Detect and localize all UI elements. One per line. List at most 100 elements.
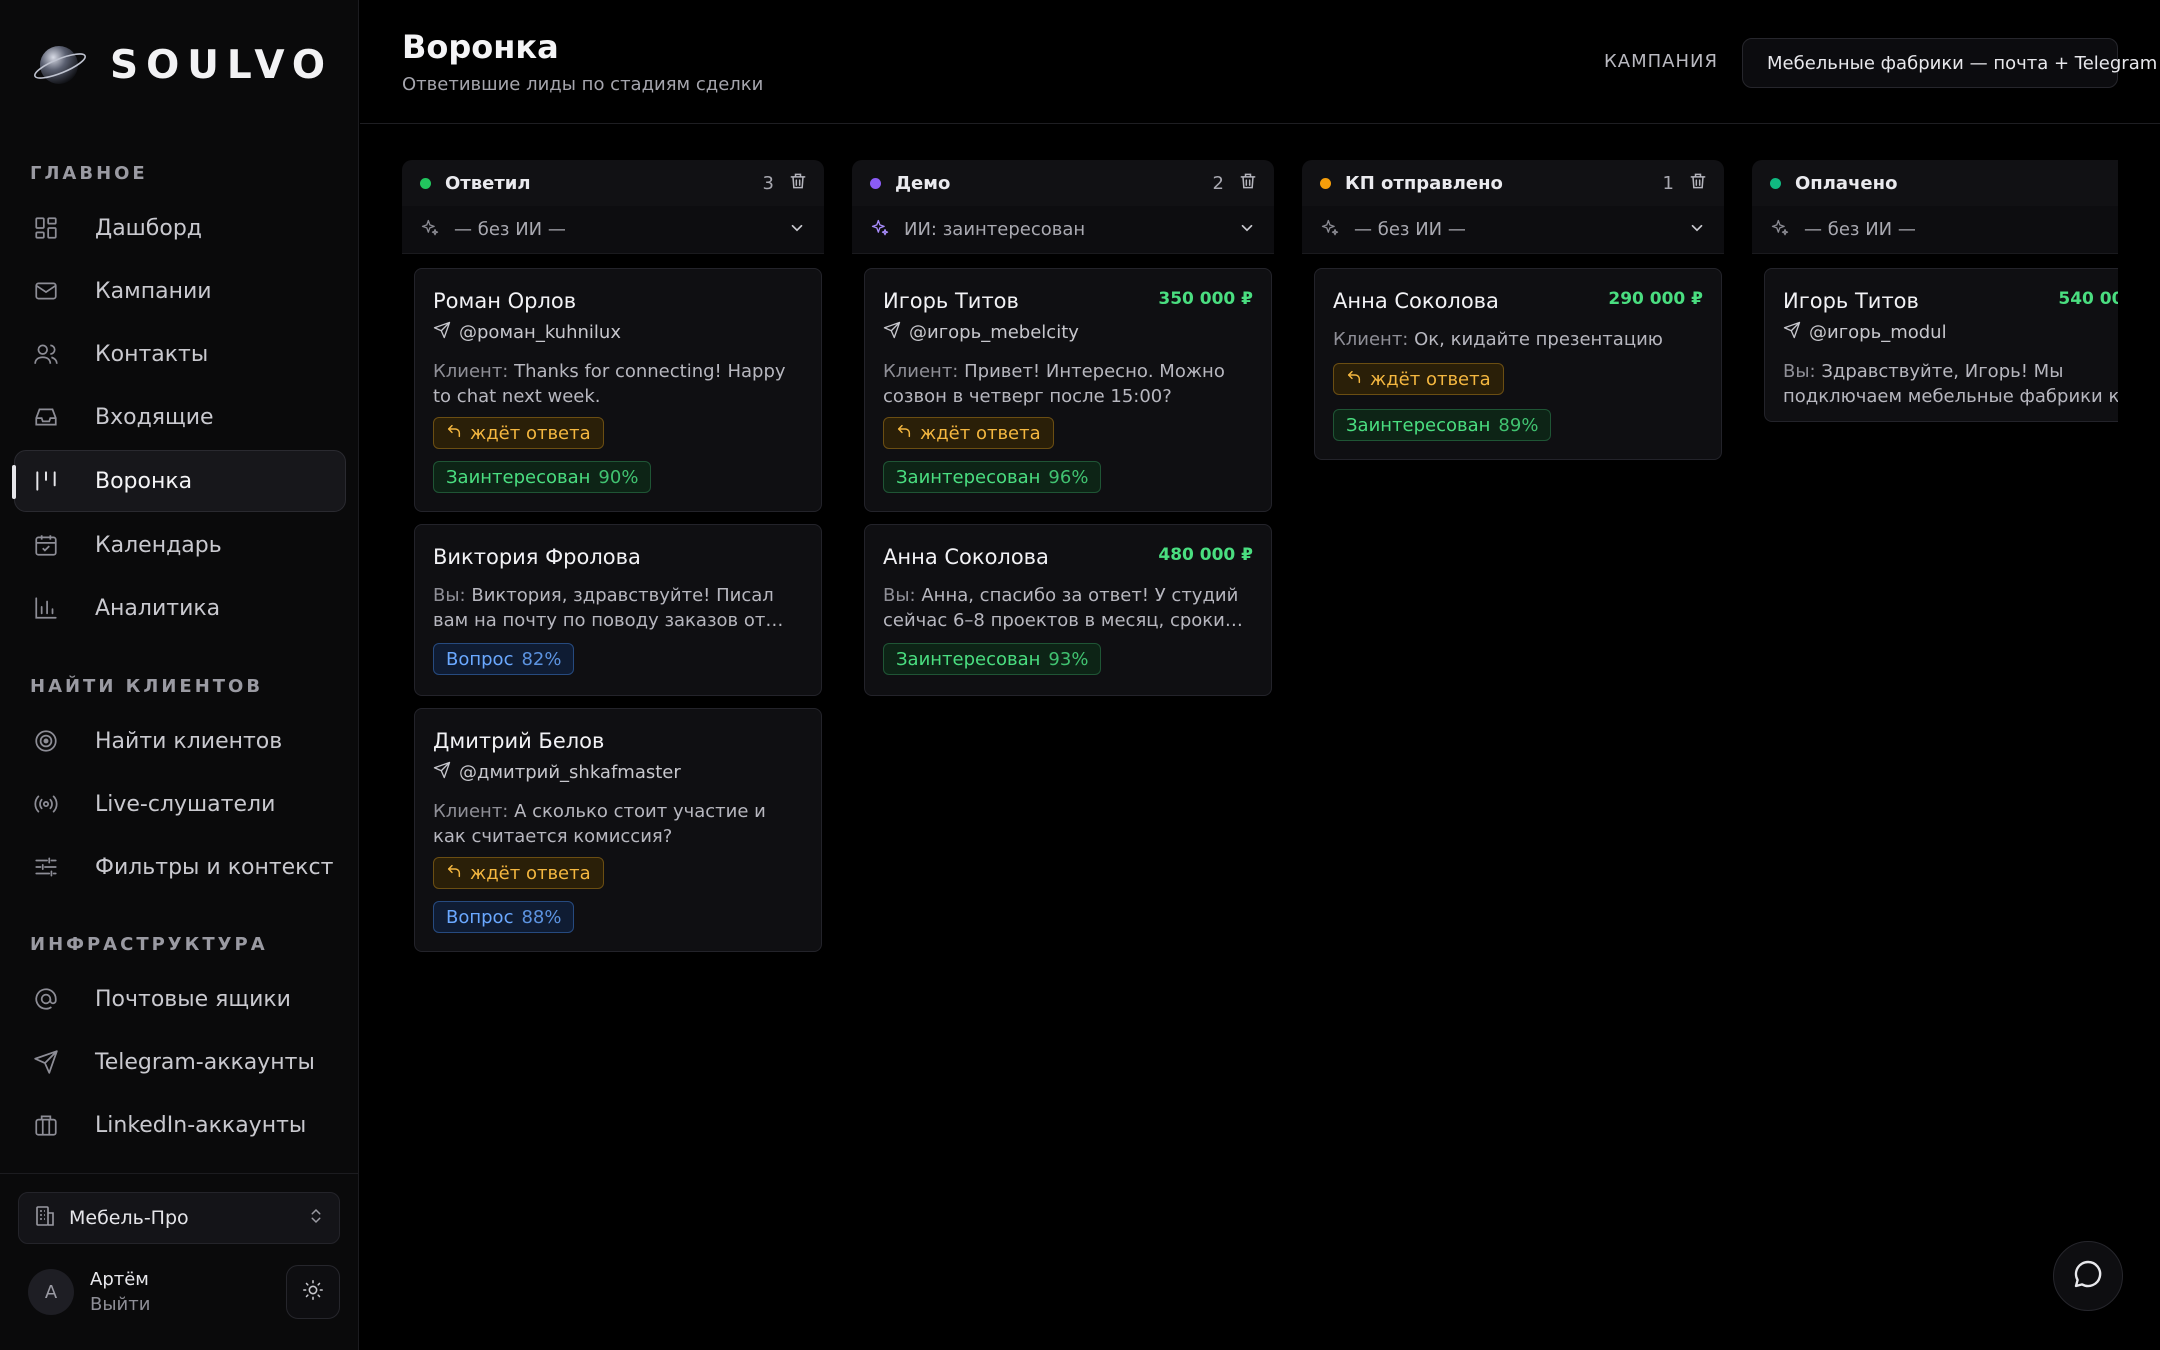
ai-filter-select[interactable]: — без ИИ — — [402, 206, 824, 254]
interest-badge: Заинтересован 89% — [1333, 409, 1552, 441]
brand-name: SOULVO — [110, 42, 334, 88]
deal-amount: 480 000 ₽ — [1158, 545, 1253, 565]
column-title: Ответил — [445, 172, 531, 194]
nav-item-mailboxes[interactable]: Почтовые ящики — [14, 968, 346, 1030]
ai-filter-select[interactable]: — без ИИ — — [1302, 206, 1724, 254]
at-icon — [31, 984, 61, 1014]
nav-item-campaigns[interactable]: Кампании — [14, 260, 346, 322]
lead-card[interactable]: Дмитрий Белов @дмитрий_shkafmaster Клиен… — [414, 708, 822, 952]
kanban-board: Ответил 3 — без ИИ — Роман Орлов @роман_… — [402, 160, 2118, 1310]
deal-amount: 290 000 ₽ — [1608, 289, 1703, 309]
nav-label: Live-слушатели — [95, 791, 276, 817]
page-subtitle: Ответившие лиды по стадиям сделки — [402, 74, 764, 95]
lead-handle: @игорь_mebelcity — [883, 321, 1079, 344]
lead-card[interactable]: Анна Соколова 290 000 ₽ Клиент: Ок, кида… — [1314, 268, 1722, 460]
nav-item-telegram[interactable]: Telegram-аккаунты — [14, 1031, 346, 1093]
telegram-icon — [433, 321, 451, 344]
funnel-icon — [31, 466, 61, 496]
planet-icon — [32, 40, 90, 90]
message-prefix: Вы: — [433, 585, 466, 606]
lead-handle: @роман_kuhnilux — [433, 321, 621, 344]
telegram-icon — [883, 321, 901, 344]
tag-text: Заинтересован — [896, 466, 1041, 488]
tag-text: Вопрос — [446, 648, 514, 670]
ai-filter-value: — без ИИ — — [1804, 219, 1916, 240]
last-message: Клиент: А сколько стоит участие и как сч… — [433, 799, 803, 849]
nav-item-analytics[interactable]: Аналитика — [14, 577, 346, 639]
lead-name: Анна Соколова — [1333, 289, 1499, 313]
tag-percent: 96% — [1048, 466, 1089, 488]
logout-link[interactable]: Выйти — [90, 1294, 286, 1315]
nav-label: Воронка — [95, 468, 193, 494]
nav-item-dashboard[interactable]: Дашборд — [14, 197, 346, 259]
avatar[interactable]: А — [28, 1269, 74, 1315]
lead-handle: @игорь_modul — [1783, 321, 1947, 344]
tag-percent: 88% — [521, 906, 562, 928]
brand-logo[interactable]: SOULVO — [32, 40, 333, 90]
nav-item-inbox[interactable]: Входящие — [14, 386, 346, 448]
waiting-badge: ждёт ответа — [883, 417, 1054, 449]
nav-item-calendar[interactable]: Календарь — [14, 514, 346, 576]
nav-label: Контакты — [95, 341, 209, 367]
message-prefix: Клиент: — [883, 361, 959, 382]
nav-item-live-listeners[interactable]: Live-слушатели — [14, 773, 346, 835]
waiting-text: ждёт ответа — [470, 422, 591, 444]
nav-label: Почтовые ящики — [95, 986, 291, 1012]
sparkle-icon — [1320, 218, 1340, 242]
lead-card[interactable]: Виктория Фролова Вы: Виктория, здравству… — [414, 524, 822, 696]
nav-label: Кампании — [95, 278, 212, 304]
handle-text: @роман_kuhnilux — [459, 322, 621, 343]
waiting-badge: ждёт ответа — [433, 417, 604, 449]
nav-item-linkedin[interactable]: LinkedIn-аккаунты — [14, 1094, 346, 1156]
column-title: Демо — [895, 172, 951, 194]
tag-percent: 89% — [1498, 414, 1539, 436]
column-title: КП отправлено — [1345, 172, 1503, 194]
question-badge: Вопрос 82% — [433, 643, 575, 675]
target-icon — [31, 726, 61, 756]
handle-text: @игорь_modul — [1809, 322, 1947, 343]
lead-name: Игорь Титов — [883, 289, 1019, 313]
column-demo: Демо 2 ИИ: заинтересован Игорь Титов 350… — [852, 160, 1274, 696]
chevron-down-icon — [1688, 219, 1706, 241]
message-prefix: Клиент: — [433, 361, 509, 382]
inbox-icon — [31, 402, 61, 432]
waiting-text: ждёт ответа — [920, 422, 1041, 444]
last-message: Клиент: Привет! Интересно. Можно созвон … — [883, 359, 1253, 409]
workspace-switcher[interactable]: Мебель-Про — [18, 1192, 340, 1244]
theme-toggle-button[interactable] — [286, 1265, 340, 1319]
lead-name: Игорь Титов — [1783, 289, 1919, 313]
lead-card[interactable]: Игорь Титов 350 000 ₽ @игорь_mebelcity К… — [864, 268, 1272, 512]
trash-icon[interactable] — [1688, 171, 1708, 195]
column-header: КП отправлено 1 — [1302, 160, 1724, 206]
section-title-infra: ИНФРАСТРУКТУРА — [30, 934, 268, 955]
status-dot — [1770, 177, 1781, 189]
building-icon — [33, 1204, 57, 1232]
sun-icon — [302, 1279, 324, 1305]
briefcase-icon — [31, 1110, 61, 1140]
chevron-down-icon — [1238, 219, 1256, 241]
column-paid: Оплачено — без ИИ — Игорь Титов 540 000 … — [1752, 160, 2118, 422]
lead-card[interactable]: Игорь Титов 540 000 ₽ @игорь_modul Вы: З… — [1764, 268, 2118, 422]
tag-percent: 82% — [521, 648, 562, 670]
last-message: Клиент: Ок, кидайте презентацию — [1333, 327, 1703, 352]
nav-item-find-clients[interactable]: Найти клиентов — [14, 710, 346, 772]
nav-item-contacts[interactable]: Контакты — [14, 323, 346, 385]
trash-icon[interactable] — [1238, 171, 1258, 195]
nav-item-filters[interactable]: Фильтры и контекст — [14, 836, 346, 898]
waiting-text: ждёт ответа — [470, 862, 591, 884]
lead-card[interactable]: Роман Орлов @роман_kuhnilux Клиент: Than… — [414, 268, 822, 512]
nav-item-funnel[interactable]: Воронка — [12, 450, 346, 512]
tag-text: Заинтересован — [1346, 414, 1491, 436]
chevron-up-down-icon — [307, 1207, 325, 1229]
ai-filter-select[interactable]: ИИ: заинтересован — [852, 206, 1274, 254]
trash-icon[interactable] — [788, 171, 808, 195]
telegram-icon — [31, 1047, 61, 1077]
status-dot — [420, 177, 431, 189]
lead-card[interactable]: Анна Соколова 480 000 ₽ Вы: Анна, спасиб… — [864, 524, 1272, 696]
support-chat-button[interactable] — [2053, 1241, 2123, 1311]
ai-filter-select[interactable]: — без ИИ — — [1752, 206, 2118, 254]
campaign-select[interactable]: Мебельные фабрики — почта + Telegram — [1742, 38, 2157, 88]
message-text: Анна, спасибо за ответ! У студий сейчас … — [883, 585, 1239, 631]
column-header: Оплачено — [1752, 160, 2118, 206]
column-proposal-sent: КП отправлено 1 — без ИИ — Анна Соколова… — [1302, 160, 1724, 460]
